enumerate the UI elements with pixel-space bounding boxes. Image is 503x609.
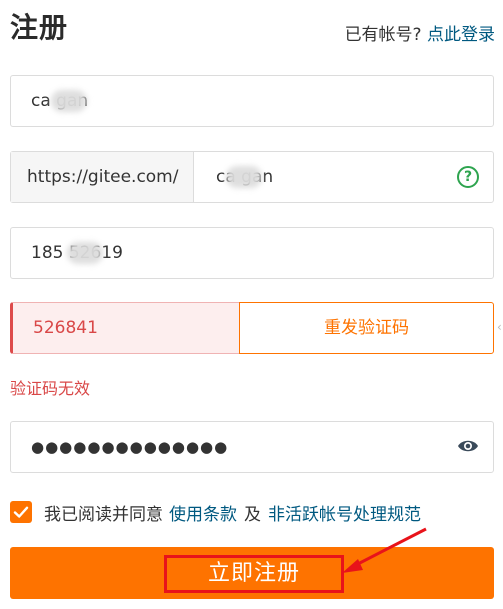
url-prefix: https://gitee.com/ — [11, 152, 194, 202]
register-button-label: 立即注册 — [164, 555, 344, 593]
login-link[interactable]: 点此登录 — [427, 25, 495, 45]
check-icon — [13, 506, 29, 518]
phone-field[interactable]: 185 52619 — [10, 227, 494, 279]
code-error-message: 验证码无效 — [10, 379, 91, 398]
edge-caret-icon: ‹ — [497, 320, 502, 334]
personal-url-field: https://gitee.com/ ca gan ? — [10, 151, 494, 203]
terms-link[interactable]: 使用条款 — [169, 500, 237, 525]
eye-icon[interactable] — [457, 438, 479, 454]
resend-code-button[interactable]: 重发验证码 — [239, 302, 494, 354]
redaction-blur — [67, 242, 103, 264]
agreement-text: 我已阅读并同意 — [44, 504, 163, 525]
password-value: ●●●●●●●●●●●●●● — [31, 438, 229, 456]
login-prompt: 已有帐号? — [344, 25, 422, 45]
verification-code-value: 526841 — [33, 318, 98, 338]
agreement-checkbox[interactable] — [10, 501, 32, 523]
agreement-and: 及 — [244, 504, 261, 525]
verification-code-field[interactable]: 526841 — [10, 302, 240, 354]
help-icon[interactable]: ? — [457, 166, 479, 188]
arrow-icon — [342, 527, 427, 573]
redaction-blur — [226, 166, 262, 188]
username-field[interactable]: ca gan — [10, 75, 494, 127]
login-hint: 已有帐号? 点此登录 — [345, 20, 495, 45]
redaction-blur — [51, 90, 87, 112]
agreement-row: 我已阅读并同意 使用条款 及 非活跃帐号处理规范 — [10, 500, 421, 525]
password-field[interactable]: ●●●●●●●●●●●●●● — [10, 421, 494, 473]
policy-link[interactable]: 非活跃帐号处理规范 — [268, 500, 421, 525]
url-input[interactable]: ca gan ? — [194, 152, 493, 202]
page-title: 注册 — [10, 11, 69, 44]
